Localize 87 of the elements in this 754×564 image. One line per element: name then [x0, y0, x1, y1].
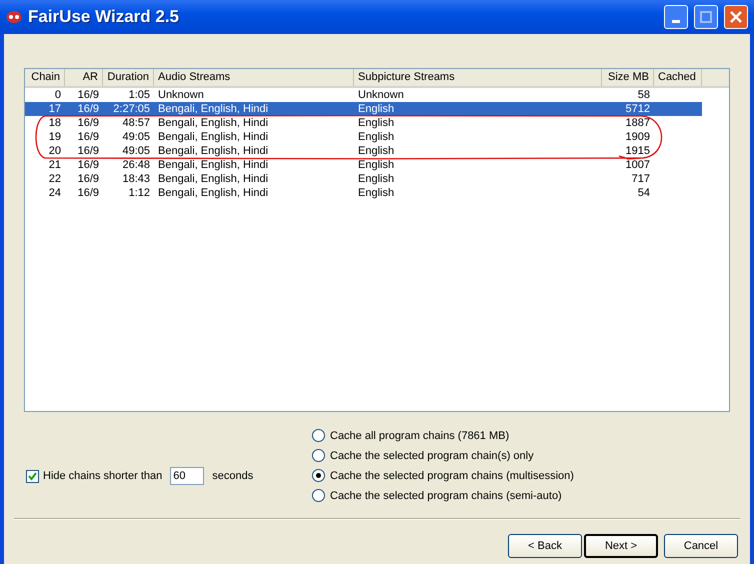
table-cell-text: 5712: [624, 102, 651, 116]
radio-button[interactable]: [312, 469, 325, 482]
column-header[interactable]: AR: [65, 69, 103, 86]
column-header[interactable]: Subpicture Streams: [354, 69, 602, 86]
maximize-button[interactable]: [694, 5, 718, 29]
wizard-button[interactable]: < Back: [508, 534, 582, 558]
chain-list[interactable]: [24, 68, 730, 412]
table-cell-text: 21: [48, 158, 62, 172]
table-cell-text: 22: [48, 172, 62, 186]
table-cell-text: English: [357, 186, 396, 200]
table-cell-text: 26:48: [121, 158, 151, 172]
table-cell-text: 19: [48, 130, 62, 144]
table-cell-text: Unknown: [157, 88, 205, 102]
column-header[interactable]: Audio Streams: [154, 69, 354, 86]
table-cell-text: English: [357, 172, 396, 186]
table-cell-text: 16/9: [76, 186, 100, 200]
radio-button[interactable]: [312, 449, 325, 462]
maximize-icon: [700, 11, 712, 23]
wizard-button[interactable]: Next >: [584, 534, 658, 558]
column-header[interactable]: Duration: [103, 69, 154, 86]
table-cell-text: Bengali, English, Hindi: [157, 186, 270, 200]
table-cell-text: 54: [636, 186, 651, 200]
table-cell-text: English: [357, 130, 396, 144]
table-cell-text: 1007: [624, 158, 651, 172]
table-cell-text: 1887: [624, 116, 651, 130]
table-cell-text: Bengali, English, Hindi: [157, 116, 270, 130]
table-cell-text: 717: [630, 172, 651, 186]
table-row[interactable]: 24 16/9 1:12 Bengali, English, Hindi English 54: [25, 186, 702, 200]
table-cell-text: 16/9: [76, 116, 100, 130]
table-cell-text: 18:43: [121, 172, 151, 186]
table-row[interactable]: 19 16/9 49:05 Bengali, English, Hindi English 1909: [25, 130, 702, 144]
table-cell-text: 16/9: [76, 144, 100, 158]
table-cell-text: 0: [54, 88, 62, 102]
radio-label[interactable]: Cache the selected program chains (semi-auto): [330, 490, 562, 502]
radio-label[interactable]: Cache the selected program chains (multisession): [330, 470, 574, 482]
table-cell-text: 49:05: [121, 130, 151, 144]
table-cell-text: 58: [636, 88, 651, 102]
table-row[interactable]: 20 16/9 49:05 Bengali, English, Hindi English 1915: [25, 144, 702, 158]
table-cell-text: 48:57: [121, 116, 151, 130]
input-field[interactable]: 60: [170, 467, 204, 485]
window-title: FairUse Wizard 2.5: [28, 7, 180, 27]
table-cell-text: 1:12: [128, 186, 151, 200]
table-cell-text: Bengali, English, Hindi: [157, 158, 270, 172]
table-cell-text: 2:27:05: [112, 102, 151, 116]
radio-button[interactable]: [312, 489, 325, 502]
column-header[interactable]: Size MB: [602, 69, 654, 86]
wizard-button[interactable]: Cancel: [664, 534, 738, 558]
table-cell-text: 49:05: [121, 144, 151, 158]
checkbox[interactable]: [26, 470, 39, 482]
table-row[interactable]: 0 16/9 1:05 Unknown Unknown 58: [25, 88, 702, 102]
table-cell-text: Bengali, English, Hindi: [157, 172, 270, 186]
table-cell-text: 18: [48, 116, 62, 130]
table-cell-text: 1909: [624, 130, 651, 144]
table-cell-text: 16/9: [76, 102, 100, 116]
table-cell-text: 16/9: [76, 88, 100, 102]
table-cell-text: Bengali, English, Hindi: [157, 144, 270, 158]
table-row[interactable]: 21 16/9 26:48 Bengali, English, Hindi English 1007: [25, 158, 702, 172]
table-cell-text: 20: [48, 144, 62, 158]
table-cell-text: Unknown: [357, 88, 405, 102]
radio-button[interactable]: [312, 429, 325, 442]
table-cell-text: English: [357, 158, 396, 172]
radio-label[interactable]: Cache the selected program chain(s) only: [330, 450, 534, 462]
table-cell-text: 16/9: [76, 172, 100, 186]
close-button[interactable]: [724, 5, 748, 29]
table-cell-text: 1:05: [128, 88, 151, 102]
minimize-button[interactable]: [664, 5, 688, 29]
table-cell-text: English: [357, 102, 396, 116]
table-cell-text: English: [357, 144, 396, 158]
minimize-icon: [672, 20, 680, 22]
table-row[interactable]: 17 16/9 2:27:05 Bengali, English, Hindi English 5712: [25, 102, 702, 116]
table-row[interactable]: 18 16/9 48:57 Bengali, English, Hindi English 1887: [25, 116, 702, 130]
close-icon: [729, 10, 743, 24]
table-cell-text: English: [357, 116, 396, 130]
radio-label[interactable]: Cache all program chains (7861 MB): [330, 430, 510, 442]
app-icon: [6, 10, 22, 24]
table-row[interactable]: 22 16/9 18:43 Bengali, English, Hindi English 717: [25, 172, 702, 186]
column-header[interactable]: Chain: [25, 69, 65, 86]
unit-label: seconds: [212, 470, 254, 482]
table-cell-text: Bengali, English, Hindi: [157, 130, 270, 144]
table-cell-text: 24: [48, 186, 62, 200]
table-cell-text: 16/9: [76, 130, 100, 144]
table-cell-text: 17: [48, 102, 62, 116]
column-header[interactable]: Cached: [654, 69, 702, 86]
table-cell-text: Bengali, English, Hindi: [157, 102, 270, 116]
table-cell-text: 16/9: [76, 158, 100, 172]
checkbox-label: Hide chains shorter than: [43, 470, 162, 482]
table-cell-text: 1915: [624, 144, 651, 158]
